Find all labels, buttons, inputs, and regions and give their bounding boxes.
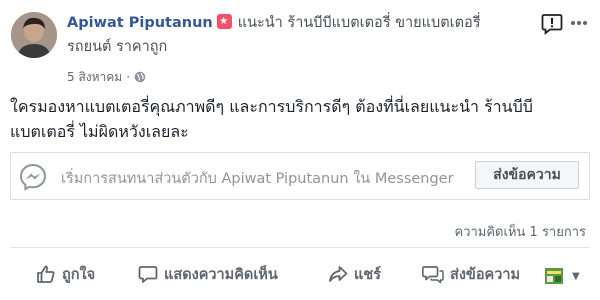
- share-icon: [329, 266, 348, 282]
- avatar[interactable]: [11, 12, 57, 58]
- share-label: แชร์: [354, 266, 381, 283]
- send-label: ส่งข้อความ: [450, 266, 521, 283]
- post-settings-button[interactable]: ▼: [544, 265, 580, 287]
- messenger-cta: เริ่มการสนทนาส่วนตัวกับ Apiwat Piputanun…: [10, 152, 590, 200]
- post-body-line: ใครมองหาแบตเตอรี่คุณภาพดีๆ และการบริการด…: [10, 97, 533, 116]
- comment-icon: [138, 266, 158, 283]
- like-label: ถูกใจ: [62, 266, 96, 283]
- more-icon[interactable]: [570, 11, 588, 31]
- post-date[interactable]: 5 สิงหาคม: [67, 70, 122, 84]
- post-header: Apiwat Piputanun แนะนำ ร้านบีบีแบตเตอรี่ …: [67, 13, 481, 33]
- chevron-down-icon: ▼: [572, 270, 580, 282]
- page-avatar-icon: [545, 268, 563, 284]
- message-alert-icon[interactable]: [541, 13, 563, 35]
- send-message-button[interactable]: ส่งข้อความ: [475, 161, 579, 189]
- comment-label: แสดงความคิดเห็น: [164, 266, 278, 283]
- send-button[interactable]: ส่งข้อความ: [422, 263, 520, 285]
- divider: [10, 247, 590, 248]
- post-meta: 5 สิงหาคม ·: [67, 68, 146, 87]
- send-message-icon: [422, 266, 444, 284]
- post-body-line: แบตเตอรี่ ไม่ผิดหวังเลยละ: [10, 122, 189, 141]
- messenger-icon: [19, 163, 47, 191]
- meta-separator: ·: [126, 70, 131, 84]
- like-button[interactable]: ถูกใจ: [36, 263, 95, 285]
- comment-button[interactable]: แสดงความคิดเห็น: [138, 263, 278, 285]
- recommend-text[interactable]: แนะนำ ร้านบีบีแบตเตอรี่ ขายแบตเตอรี่: [238, 15, 481, 31]
- share-button[interactable]: แชร์: [328, 263, 381, 285]
- recommend-text-line2[interactable]: รถยนต์ ราคาถูก: [67, 37, 167, 57]
- thumbs-up-icon: [37, 265, 55, 283]
- author-name[interactable]: Apiwat Piputanun: [67, 15, 213, 31]
- post-body: ใครมองหาแบตเตอรี่คุณภาพดีๆ และการบริการด…: [10, 94, 590, 144]
- post-card: Apiwat Piputanun แนะนำ ร้านบีบีแบตเตอรี่ …: [0, 0, 600, 300]
- recommend-icon: [216, 14, 232, 29]
- messenger-cta-text: เริ่มการสนทนาส่วนตัวกับ Apiwat Piputanun…: [61, 171, 454, 187]
- globe-icon[interactable]: [134, 71, 146, 86]
- comment-count[interactable]: ความคิดเห็น 1 รายการ: [455, 221, 587, 242]
